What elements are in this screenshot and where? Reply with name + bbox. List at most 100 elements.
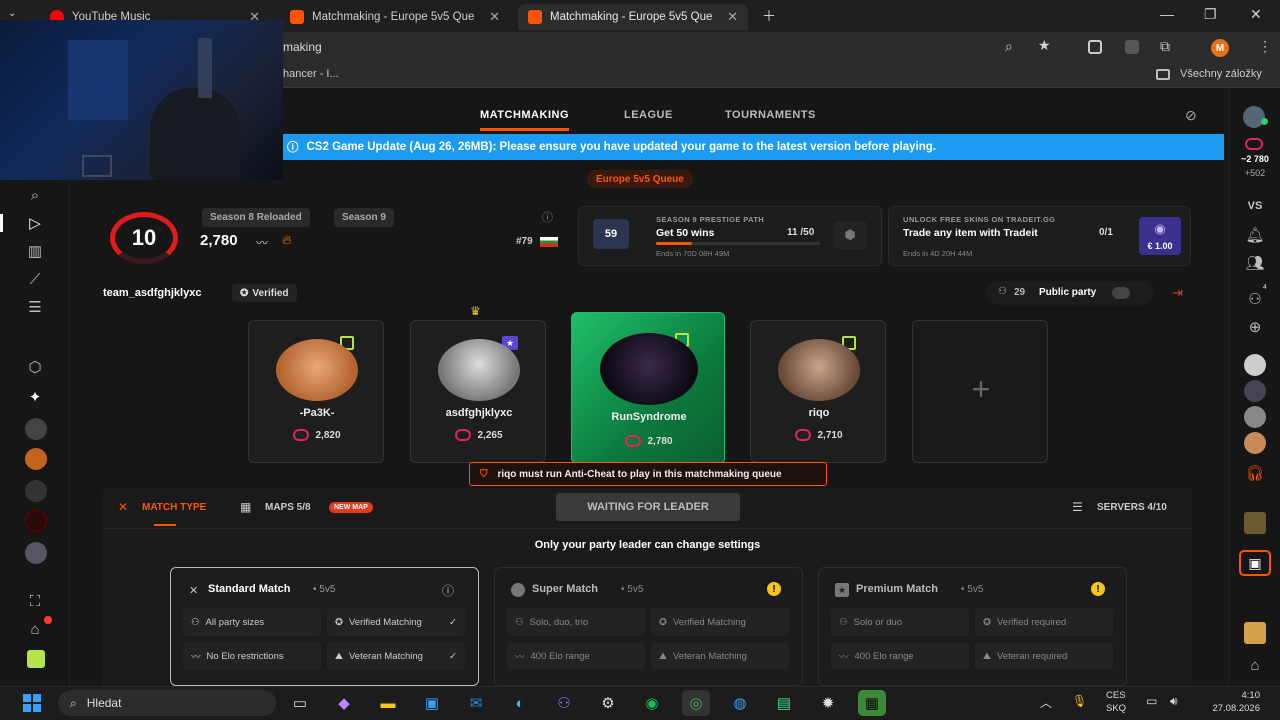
steam-icon[interactable]: ⚙ [594, 690, 622, 716]
tradeit-card[interactable]: UNLOCK FREE SKINS ON TRADEIT.GG Trade an… [888, 206, 1191, 266]
android-icon[interactable]: ▤ [770, 690, 798, 716]
bookmark-item[interactable]: hancer - I... [283, 68, 339, 80]
tab-match-type[interactable]: MATCH TYPE [142, 502, 206, 513]
info-icon[interactable]: ⓘ [542, 209, 553, 225]
keyboard-language-1[interactable]: CES [1106, 690, 1126, 701]
maximize-button[interactable]: ❐ [1204, 6, 1217, 23]
friends-icon[interactable]: 👥︎ [1244, 252, 1266, 274]
task-view-icon[interactable]: ▭ [286, 690, 314, 716]
extension-icon[interactable] [1125, 40, 1139, 54]
windows-start-icon[interactable] [18, 690, 46, 716]
friend-avatar[interactable] [1244, 406, 1266, 428]
play-icon[interactable]: ▷ [24, 212, 46, 234]
game-icon[interactable] [1244, 512, 1266, 534]
box-icon[interactable]: ⬡ [24, 356, 46, 378]
store-icon[interactable]: ▣ [418, 690, 446, 716]
window-close-button[interactable]: ✕ [1250, 6, 1262, 23]
tradeit-reward[interactable]: ◉ € 1.00 [1139, 217, 1181, 255]
tab-servers[interactable]: SERVERS 4/10 [1097, 502, 1167, 513]
close-icon[interactable]: ✕ [727, 9, 738, 25]
tab-league[interactable]: LEAGUE [624, 109, 673, 121]
copilot-icon[interactable]: ◆ [330, 690, 358, 716]
add-friend-icon[interactable]: ⊕ [1244, 316, 1266, 338]
season-tag[interactable]: Season 9 [334, 208, 394, 227]
club-icon[interactable] [25, 448, 47, 470]
search-players-icon[interactable]: ⌕ [24, 184, 46, 206]
info-icon[interactable]: ⓘ [442, 582, 454, 599]
url-text[interactable]: making [283, 40, 322, 54]
tray-chevron-icon[interactable]: ︿ [1040, 694, 1052, 711]
prestige-path-card[interactable]: 59 SEASON 9 PRESTIGE PATH Get 50 wins 11… [578, 206, 882, 266]
user-avatar[interactable] [1243, 106, 1265, 128]
hide-icon[interactable]: ⊘ [1185, 107, 1197, 124]
shop-icon[interactable]: ⌂ [1244, 654, 1266, 676]
minecraft-icon[interactable]: ▦ [858, 690, 886, 716]
list-icon[interactable]: ☰ [24, 296, 46, 318]
menu-dots-icon[interactable]: ⋮ [1258, 38, 1272, 55]
file-explorer-icon[interactable]: ▬ [374, 690, 402, 716]
browser-tab-matchmaking-1[interactable]: Matchmaking - Europe 5v5 Que ✕ [280, 4, 510, 30]
chrome-icon[interactable]: ◎ [682, 690, 710, 716]
close-icon[interactable]: ✕ [489, 9, 500, 25]
shop-basket-icon[interactable]: ⌂ [24, 618, 46, 640]
public-party-switch[interactable] [1112, 287, 1130, 299]
app-icon[interactable]: ◍ [726, 690, 754, 716]
game-icon[interactable] [1244, 622, 1266, 644]
friend-avatar[interactable] [1244, 380, 1266, 402]
player-card[interactable]: -Pa3K- 2,820 [248, 320, 384, 463]
scan-icon[interactable]: ⛶ [24, 590, 46, 612]
microphone-icon[interactable]: 🎙︎ [1072, 694, 1087, 708]
username[interactable]: team_asdfghjklyxc [103, 287, 201, 299]
all-bookmarks-link[interactable]: Všechny záložky [1180, 68, 1262, 80]
clock-time[interactable]: 4:10 [1200, 690, 1261, 701]
browser-tab-matchmaking-2[interactable]: Matchmaking - Europe 5v5 Que ✕ [518, 4, 748, 30]
standard-match-card[interactable]: ✕ Standard Match • 5v5 ⓘ ⚇ All party size… [170, 567, 479, 686]
invite-player-slot[interactable]: + [912, 320, 1048, 463]
warning-icon[interactable]: ! [1091, 582, 1105, 596]
extensions-puzzle-icon[interactable]: ⧉ [1160, 38, 1170, 55]
spotify-icon[interactable]: ◉ [638, 690, 666, 716]
outlook-icon[interactable]: ✉ [462, 690, 490, 716]
season-tag[interactable]: Season 8 Reloaded [202, 208, 310, 227]
party-icon[interactable]: ⚇ [1244, 288, 1266, 310]
tab-search-dropdown-icon[interactable]: ⌄ [8, 8, 16, 19]
profile-avatar[interactable]: M [1211, 39, 1229, 57]
settings-gear-icon[interactable]: ✹ [814, 690, 842, 716]
stats-icon[interactable]: ⟋ [24, 268, 46, 290]
club-icon[interactable] [25, 480, 47, 502]
super-match-card[interactable]: Super Match • 5v5 ! ⚇ Solo, duo, trio ✪ Ve… [494, 567, 803, 686]
vs-button[interactable]: VS [1229, 200, 1280, 212]
tab-tournaments[interactable]: TOURNAMENTS [725, 109, 816, 121]
teams-icon[interactable]: ⚇ [550, 690, 578, 716]
club-icon[interactable] [25, 510, 47, 532]
player-card[interactable]: ★ asdfghjklyxc 2,265 [410, 320, 546, 463]
friend-avatar[interactable] [1244, 354, 1266, 376]
headset-icon[interactable]: 🎧︎ [1244, 462, 1266, 484]
edge-icon[interactable]: ◐ [506, 690, 534, 716]
new-tab-button[interactable]: ＋ [762, 6, 776, 26]
zoom-icon[interactable]: ⌕ [1005, 38, 1013, 55]
taskbar-search[interactable]: ⌕ Hledat [58, 690, 276, 716]
bookmark-star-icon[interactable]: ★ [1038, 37, 1051, 54]
minimize-button[interactable]: — [1160, 6, 1174, 22]
faceit-logo-icon[interactable]: ✦ [24, 386, 46, 408]
waiting-for-leader-button[interactable]: WAITING FOR LEADER [556, 493, 740, 521]
tab-maps[interactable]: MAPS 5/8 [265, 502, 311, 513]
bell-icon[interactable]: 🔔︎ [1244, 224, 1266, 246]
premium-match-card[interactable]: ★ Premium Match • 5v5 ! ⚇ Solo or duo ✪ Ve… [818, 567, 1127, 686]
upgrade-icon[interactable] [27, 650, 45, 668]
volume-icon[interactable]: 🔊︎ [1170, 694, 1178, 709]
player-card[interactable]: riqo 2,710 [750, 320, 886, 463]
anti-cheat-icon[interactable]: ▣ [1239, 550, 1271, 576]
network-icon[interactable]: ▭ [1146, 694, 1157, 708]
player-card-self[interactable]: RunSyndrome 2,780 [571, 312, 725, 464]
keyboard-language-2[interactable]: SKQ [1106, 703, 1126, 714]
warning-icon[interactable]: ! [767, 582, 781, 596]
tab-matchmaking[interactable]: MATCHMAKING [480, 109, 569, 121]
clock-date[interactable]: 27.08.2026 [1200, 703, 1260, 714]
club-icon[interactable] [25, 418, 47, 440]
leaderboard-icon[interactable]: ▥ [24, 240, 46, 262]
friend-avatar[interactable] [1244, 432, 1266, 454]
extension-icon[interactable] [1088, 40, 1102, 54]
leave-party-icon[interactable]: ⇥ [1172, 285, 1183, 301]
